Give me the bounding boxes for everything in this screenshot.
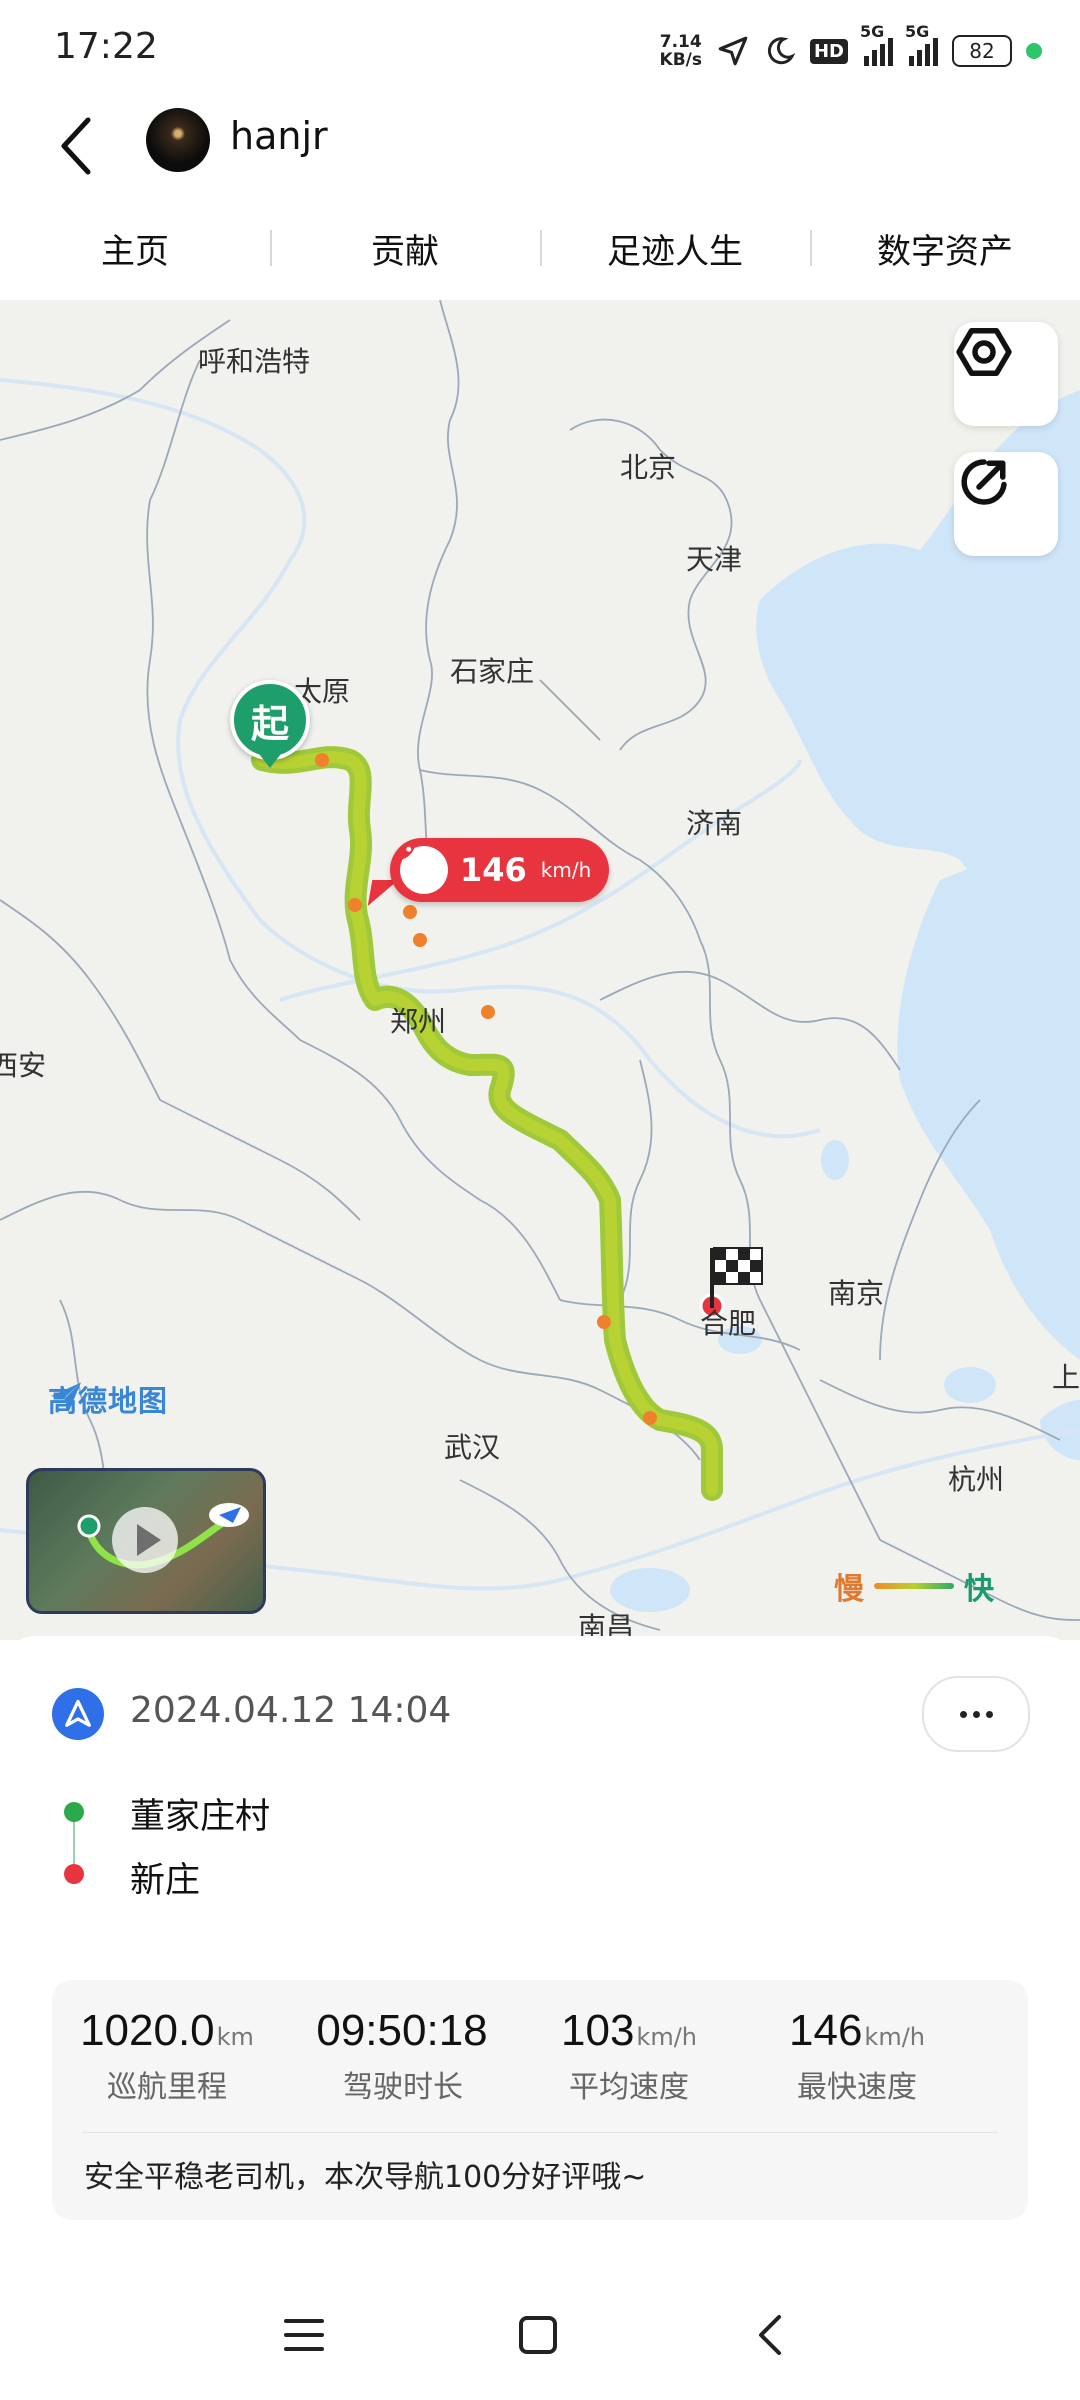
back-arrow-icon (759, 2315, 781, 2355)
profile-header: hanjr (0, 100, 1080, 200)
trip-datetime: 2024.04.12 14:04 (130, 1690, 452, 1731)
legend-gradient-bar (874, 1583, 954, 1589)
stats-divider (82, 2132, 998, 2133)
stat-duration: 09:50:18 驾驶时长 (316, 2006, 488, 2105)
city-label-beijing: 北京 (620, 451, 677, 484)
route-endpoints: 董家庄村 新庄 (64, 1796, 664, 1906)
hd-voice-icon: HD (809, 38, 848, 64)
yellow-sea (897, 851, 1080, 1360)
destination-name: 新庄 (130, 1861, 201, 1901)
slow-segment (315, 753, 329, 767)
status-icons: 7.14 KB/s HD 5G 5G 82 (659, 22, 1042, 78)
slow-segment-7 (643, 1411, 657, 1425)
share-icon (961, 459, 1007, 505)
signal-icon: 5G (860, 22, 893, 66)
city-label-nanchang: 南昌 (578, 1611, 635, 1640)
lake-3 (944, 1367, 996, 1403)
tab-contribution[interactable]: 贡献 (270, 200, 540, 296)
map-settings-button[interactable] (954, 322, 1058, 426)
city-label-hangzhou: 杭州 (948, 1463, 1005, 1496)
chevron-left-icon (61, 117, 91, 175)
more-dots-icon (959, 1710, 967, 1718)
slow-segment-5 (481, 1005, 495, 1019)
trip-comment: 安全平稳老司机，本次导航100分好评哦~ (84, 2160, 647, 2195)
settings-hexagon-icon (956, 328, 1012, 376)
stat-avg-speed: 103km/h 平均速度 (561, 2006, 697, 2105)
recent-apps-button[interactable] (264, 2300, 344, 2370)
navigation-icon (52, 1688, 104, 1740)
home-button[interactable] (498, 2300, 578, 2370)
route-connector (73, 1822, 75, 1866)
legend-fast-label: 快 (964, 1572, 994, 1607)
slow-segment-4 (413, 933, 427, 947)
city-label-nanjing: 南京 (828, 1277, 885, 1310)
rocket-icon (395, 843, 448, 894)
status-bar: 17:22 7.14 KB/s HD 5G 5G 82 (0, 0, 1080, 100)
city-label-shanghai: 上 (1052, 1361, 1080, 1394)
stat-max-speed: 146km/h 最快速度 (789, 2006, 925, 2105)
slow-segment-3 (403, 905, 417, 919)
moon-icon (767, 37, 796, 65)
top-speed-badge[interactable]: 146 km/h (390, 838, 610, 902)
destination-dot-icon (64, 1864, 84, 1884)
tab-home[interactable]: 主页 (0, 200, 270, 296)
system-navigation-bar (0, 2290, 1080, 2380)
tab-footprint[interactable]: 足迹人生 (540, 200, 810, 296)
legend-slow-label: 慢 (834, 1572, 864, 1607)
signal-icon-2: 5G (905, 22, 938, 66)
trip-detail-card: 2024.04.12 14:04 董家庄村 新庄 1020.0km 巡航里程 0… (0, 1636, 1080, 2256)
route-replay-thumbnail[interactable] (26, 1468, 266, 1614)
city-label-shijiazhuang: 石家庄 (450, 655, 535, 688)
slow-segment-6 (597, 1315, 611, 1329)
slow-segment-2 (348, 898, 362, 912)
city-label-hefei: 合肥 (700, 1307, 757, 1340)
city-label-jinan: 济南 (686, 807, 743, 840)
profile-tabs: 主页 贡献 足迹人生 数字资产 (0, 200, 1080, 296)
start-marker[interactable]: 起 (230, 680, 310, 768)
username[interactable]: hanjr (230, 114, 328, 158)
stat-distance: 1020.0km 巡航里程 (80, 2006, 254, 2105)
back-button[interactable] (50, 108, 120, 188)
city-label-xian: 西安 (0, 1049, 47, 1082)
city-label-wuhan: 武汉 (444, 1431, 501, 1464)
menu-icon (284, 2319, 324, 2351)
avatar[interactable] (146, 108, 210, 172)
route-map[interactable]: 呼和浩特 北京 天津 太原 石家庄 济南 郑州 西安 合肥 南京 武汉 杭州 南… (0, 300, 1080, 1640)
city-label-zhengzhou: 郑州 (390, 1005, 447, 1038)
city-label-tianjin: 天津 (686, 543, 743, 576)
map-base (0, 300, 1080, 1631)
top-speed-value: 146 (460, 851, 527, 889)
amap-logo: 高德地图 (48, 1378, 168, 1420)
speed-legend: 慢 快 (834, 1564, 994, 1608)
more-options-button[interactable] (922, 1676, 1030, 1752)
privacy-indicator-dot (1026, 43, 1042, 59)
network-speed: 7.14 KB/s (659, 32, 702, 70)
battery-icon: 82 (952, 35, 1012, 67)
top-speed-unit: km/h (540, 858, 592, 882)
system-back-button[interactable] (730, 2300, 810, 2370)
location-arrow-icon (718, 36, 748, 66)
trip-stats: 1020.0km 巡航里程 09:50:18 驾驶时长 103km/h 平均速度… (52, 1980, 1028, 2220)
lake-2 (821, 1140, 849, 1180)
origin-dot-icon (64, 1802, 84, 1822)
amap-logo-icon (51, 1382, 81, 1411)
city-label-hohhot: 呼和浩特 (198, 345, 311, 378)
origin-name: 董家庄村 (130, 1797, 271, 1837)
clock: 17:22 (54, 26, 158, 67)
home-square-icon (519, 2316, 557, 2354)
play-button[interactable] (112, 1507, 178, 1573)
share-button[interactable] (954, 452, 1058, 556)
tab-digital-assets[interactable]: 数字资产 (810, 200, 1080, 296)
